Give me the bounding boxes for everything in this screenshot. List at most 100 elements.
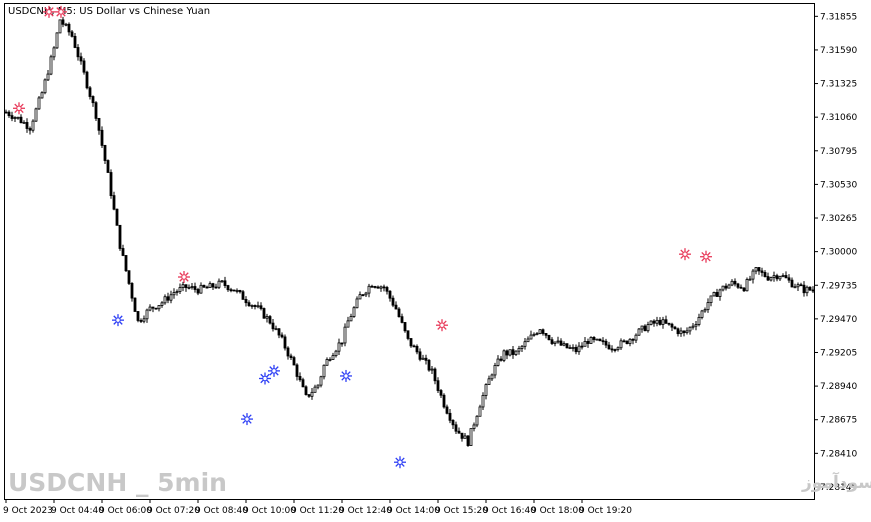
candle-body — [478, 406, 482, 417]
candle-body — [223, 280, 227, 286]
candle-body — [154, 307, 158, 310]
candle-body — [10, 115, 14, 119]
candle-body — [802, 284, 806, 294]
candle-body — [688, 326, 692, 332]
candle-body — [214, 286, 218, 289]
watermark-site: انتشار در سایت سودآموز — [801, 471, 871, 493]
candle-body — [670, 323, 674, 328]
candle-body — [361, 294, 365, 297]
price-chart[interactable]: USDCNH, M5: US Dollar vs Chinese Yuan 7.… — [0, 0, 871, 522]
candle-body — [427, 359, 431, 371]
candle-body — [163, 296, 167, 304]
candle-body — [175, 291, 179, 294]
candle-body — [142, 318, 146, 322]
sell-signal-icon — [178, 271, 190, 284]
candle-body — [709, 295, 713, 304]
candle-body — [193, 286, 197, 290]
buy-signal-icon — [112, 314, 124, 327]
candle-body — [220, 280, 224, 283]
candle-body — [607, 344, 611, 350]
candle-body — [718, 289, 722, 297]
candle-body — [451, 419, 455, 426]
candle-body — [379, 286, 383, 289]
candle-body — [178, 287, 182, 293]
sell-signal-icon — [55, 5, 67, 18]
x-tick-label: 9 Oct 16:40 — [483, 506, 536, 516]
candle-body — [760, 270, 764, 273]
candle-body — [502, 350, 506, 361]
candle-body — [715, 292, 719, 297]
candle-body — [130, 283, 134, 299]
candle-body — [703, 309, 707, 312]
candle-body — [547, 334, 551, 341]
candle-body — [682, 330, 686, 334]
candle-body — [19, 116, 23, 124]
candle-body — [592, 336, 596, 340]
y-tick-label: 7.28675 — [820, 416, 857, 426]
candle-body — [511, 349, 515, 355]
candle-body — [697, 316, 701, 325]
candle-body — [97, 117, 101, 131]
candle-body — [604, 340, 608, 346]
candle-body — [727, 284, 731, 289]
candle-body — [763, 272, 767, 277]
candle-body — [58, 19, 62, 34]
candle-body — [241, 291, 245, 300]
candle-body — [781, 275, 785, 277]
candle-body — [676, 328, 680, 335]
candle-body — [304, 386, 308, 395]
candle-body — [4, 111, 8, 114]
candle-body — [484, 384, 488, 396]
candle-body — [325, 359, 329, 366]
candle-body — [643, 325, 647, 332]
candle-body — [367, 285, 371, 294]
sell-signal-icon — [436, 319, 448, 332]
candle-body — [400, 316, 404, 323]
candle-body — [463, 435, 467, 439]
candle-body — [751, 270, 755, 280]
candle-body — [562, 343, 566, 346]
x-tick-label: 9 Oct 12:40 — [339, 506, 392, 516]
candle-body — [538, 329, 542, 334]
candle-body — [265, 316, 269, 319]
candle-body — [526, 338, 530, 343]
candle-body — [811, 289, 815, 292]
candle-body — [382, 286, 386, 289]
candle-body — [619, 340, 623, 349]
candle-body — [508, 349, 512, 356]
candle-body — [544, 333, 548, 336]
x-tick-label: 9 Oct 07:20 — [147, 506, 200, 516]
candle-body — [757, 267, 761, 272]
candle-body — [37, 97, 41, 110]
candle-body — [808, 286, 812, 291]
candle-body — [736, 283, 740, 288]
candle-body — [661, 319, 665, 325]
candle-body — [541, 329, 545, 334]
candle-body — [286, 347, 290, 357]
candle-body — [658, 319, 662, 325]
candle-body — [268, 316, 272, 324]
candle-body — [109, 172, 113, 196]
candle-body — [673, 326, 677, 330]
candle-body — [721, 285, 725, 291]
x-tick-label: 9 Oct 15:20 — [435, 506, 488, 516]
candle-body — [418, 351, 422, 360]
y-tick-label: 7.29735 — [820, 281, 857, 291]
candle-body — [28, 128, 32, 131]
candle-body — [784, 275, 788, 279]
candle-body — [106, 160, 110, 173]
y-tick-label: 7.30795 — [820, 147, 857, 157]
candle-body — [172, 292, 176, 296]
candle-body — [55, 32, 59, 49]
candle-body — [385, 287, 389, 292]
candle-body — [616, 347, 620, 351]
candle-body — [754, 267, 758, 272]
candle-body — [805, 286, 809, 294]
x-tick-label: 9 Oct 18:00 — [531, 506, 584, 516]
candle-body — [430, 368, 434, 371]
candle-body — [334, 350, 338, 357]
candle-body — [25, 122, 29, 129]
candle-body — [103, 145, 107, 161]
candle-body — [394, 304, 398, 310]
candle-body — [85, 71, 89, 89]
